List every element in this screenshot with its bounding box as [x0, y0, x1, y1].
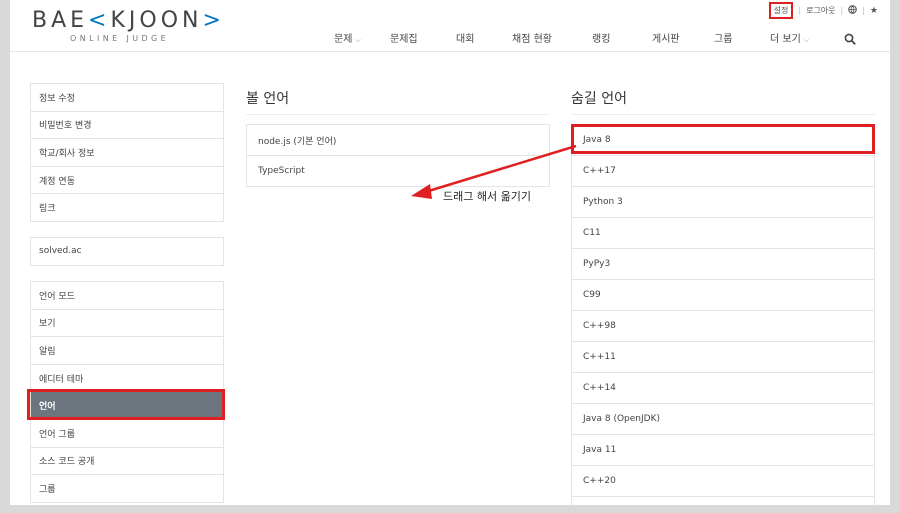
hidden-lang-item[interactable]: Java 8 (OpenJDK) — [572, 404, 874, 435]
nav-item-label: 랭킹 — [592, 34, 611, 45]
sidebar-item[interactable]: 에디터 테마 — [31, 365, 223, 393]
logo-subtitle: ONLINE JUDGE — [70, 34, 170, 43]
sidebar-item[interactable]: 알림 — [31, 337, 223, 365]
hidden-lang-item[interactable]: C++14 — [572, 373, 874, 404]
logout-link[interactable]: 로그아웃 — [806, 5, 835, 16]
nav-item-label: 그룹 — [714, 34, 733, 45]
visible-langs-title: 볼 언어 — [246, 88, 550, 115]
hidden-lang-item[interactable]: C99 — [572, 280, 874, 311]
nav-item[interactable]: 문제집 — [390, 30, 456, 45]
visible-lang-item[interactable]: TypeScript — [247, 156, 549, 187]
hidden-lang-item[interactable]: Java 8 — [572, 125, 874, 156]
hidden-lang-item[interactable]: C++11 — [572, 342, 874, 373]
hidden-lang-item[interactable]: C11 — [572, 218, 874, 249]
nav-item[interactable]: 채점 현황 — [512, 30, 592, 45]
drag-instruction: 드래그 해서 옮기기 — [443, 190, 531, 203]
hidden-lang-item[interactable]: Ruby — [572, 497, 874, 505]
hidden-lang-item[interactable]: C++17 — [572, 156, 874, 187]
header: BAE<KJOON> ONLINE JUDGE 설정 | 로그아웃 | | ★ … — [10, 0, 890, 52]
sidebar-item[interactable]: 언어 그룹 — [31, 420, 223, 448]
sidebar-group-settings: 언어 모드 보기 알림 에디터 테마 언어 언어 그룹 소스 코드 공개 그룹 — [30, 281, 224, 503]
divider: | — [862, 6, 865, 15]
page: BAE<KJOON> ONLINE JUDGE 설정 | 로그아웃 | | ★ … — [10, 0, 890, 505]
hidden-lang-item[interactable]: C++20 — [572, 466, 874, 497]
hidden-lang-item[interactable]: PyPy3 — [572, 249, 874, 280]
sidebar-item[interactable]: 비밀번호 변경 — [31, 112, 223, 140]
nav-item-label: 게시판 — [652, 34, 680, 45]
chevron-down-icon: ⌵ — [803, 36, 810, 44]
hidden-lang-item[interactable]: C++98 — [572, 311, 874, 342]
nav-item-label: 문제집 — [390, 34, 418, 45]
nav-item[interactable]: 게시판 — [652, 30, 714, 45]
sidebar-item[interactable]: 정보 수정 — [31, 84, 223, 112]
visible-lang-item[interactable]: node.js (기본 언어) — [247, 125, 549, 156]
star-icon[interactable]: ★ — [870, 6, 878, 16]
sidebar-item[interactable]: solved.ac — [31, 238, 223, 266]
sidebar-item[interactable]: 그룹 — [31, 475, 223, 503]
sidebar-group-account: 정보 수정 비밀번호 변경 학교/회사 정보 계정 연동 링크 — [30, 83, 224, 222]
sidebar-group-integrations: solved.ac — [30, 237, 224, 266]
sidebar-item[interactable]: 언어 모드 — [31, 282, 223, 310]
chevron-down-icon: ⌵ — [355, 36, 361, 44]
hidden-lang-item[interactable]: Python 3 — [572, 187, 874, 218]
sidebar-item[interactable]: 소스 코드 공개 — [31, 448, 223, 476]
nav-item[interactable]: 랭킹 — [592, 30, 652, 45]
nav-item[interactable]: 대회 — [456, 30, 512, 45]
sidebar-item[interactable]: 언어 — [31, 392, 223, 420]
divider: | — [840, 6, 844, 15]
sidebar-item[interactable]: 학교/회사 정보 — [31, 139, 223, 167]
sidebar-item[interactable]: 계정 연동 — [31, 167, 223, 195]
sidebar-item[interactable]: 링크 — [31, 194, 223, 222]
nav-item[interactable]: 문제 ⌵ — [334, 30, 390, 45]
settings-link[interactable]: 설정 — [768, 2, 794, 19]
logo-wordmark: BAE<KJOON> — [32, 8, 225, 33]
hidden-lang-item[interactable]: Java 11 — [572, 435, 874, 466]
hidden-langs-title: 숨길 언어 — [571, 88, 875, 115]
search-icon[interactable] — [844, 30, 856, 45]
sidebar-item[interactable]: 보기 — [31, 310, 223, 338]
hidden-langs-list: Java 8 C++17 Python 3 C11 PyPy3 C99 C++98 C++11… — [571, 124, 875, 505]
visible-langs-list: node.js (기본 언어) TypeScript — [246, 124, 550, 187]
main-nav: 문제 ⌵ 문제집 대회 채점 현황 랭킹 게시판 그룹 더 보기 ⌵ — [334, 30, 809, 45]
nav-item-label: 대회 — [456, 34, 475, 45]
nav-item[interactable]: 그룹 — [714, 30, 770, 45]
globe-icon[interactable] — [848, 4, 858, 17]
nav-item[interactable]: 더 보기 ⌵ — [770, 30, 809, 45]
nav-item-label: 문제 — [334, 34, 353, 45]
logo[interactable]: BAE<KJOON> ONLINE JUDGE — [32, 8, 225, 44]
top-utility-bar: 설정 | 로그아웃 | | ★ — [768, 2, 878, 19]
nav-item-label: 채점 현황 — [512, 34, 552, 45]
nav-item-label: 더 보기 — [770, 34, 801, 45]
divider: | — [798, 6, 802, 15]
